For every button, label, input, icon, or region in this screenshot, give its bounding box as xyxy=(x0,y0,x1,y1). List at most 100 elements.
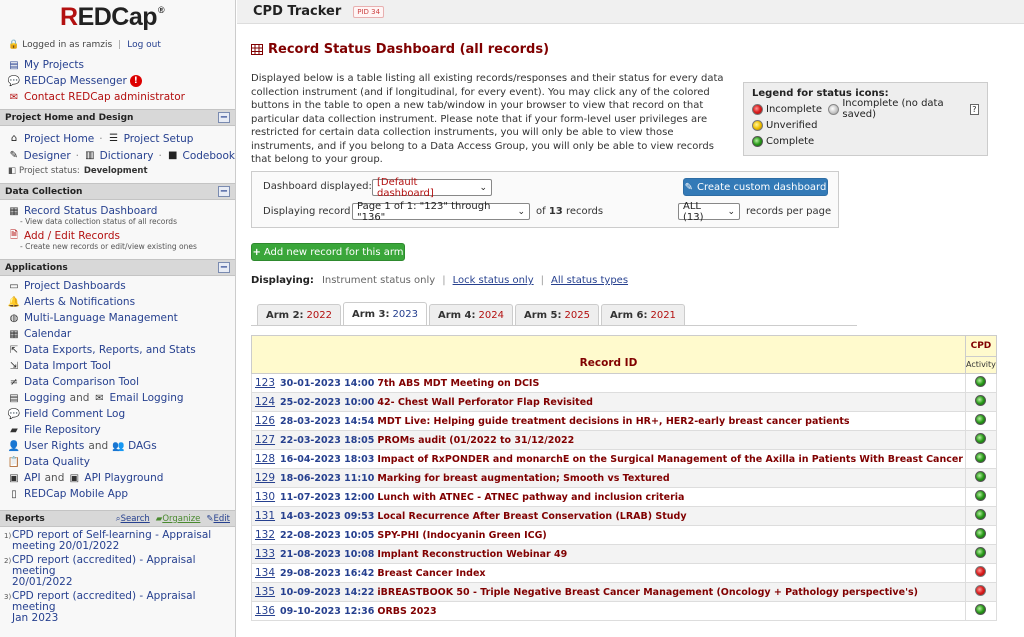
record-id-link[interactable]: 132 xyxy=(255,529,275,541)
record-id-link[interactable]: 128 xyxy=(255,453,275,465)
report-search-button[interactable]: ⌕ Search xyxy=(116,514,150,524)
report-item[interactable]: 3) CPD report (accredited) - Appraisal me… xyxy=(0,591,235,624)
unverified-status-icon xyxy=(752,119,763,131)
collapse-button[interactable]: − xyxy=(218,112,230,123)
incomplete-status-icon[interactable] xyxy=(975,566,987,577)
login-status: 🔒 Logged in as ramzis | Log out xyxy=(8,40,161,50)
report-item[interactable]: 2) CPD report (accredited) - Appraisal me… xyxy=(0,555,235,588)
record-date: 18-06-2023 11:10 xyxy=(280,473,375,484)
record-id-link[interactable]: 134 xyxy=(255,567,275,579)
my-projects-link[interactable]: ▤ My Projects xyxy=(0,57,235,73)
messenger-icon: 💬 xyxy=(7,75,21,87)
messenger-link[interactable]: 💬 REDCap Messenger! xyxy=(0,73,235,89)
create-custom-dashboard-button[interactable]: ✎ Create custom dashboard xyxy=(683,178,828,196)
record-id-link[interactable]: 130 xyxy=(255,491,275,503)
incomplete-status-icon[interactable] xyxy=(975,585,987,596)
contact-admin-link[interactable]: ✉ Contact REDCap administrator xyxy=(0,89,235,105)
record-id-link[interactable]: 131 xyxy=(255,510,275,522)
data-comparison-link[interactable]: ≠ Data Comparison Tool xyxy=(0,374,235,390)
page-select[interactable]: Page 1 of 1: "123" through "136" ⌄ xyxy=(352,201,530,223)
per-page-select[interactable]: ALL (13) ⌄ xyxy=(678,201,740,223)
project-home-link[interactable]: Project Home xyxy=(24,133,94,145)
all-status-link[interactable]: All status types xyxy=(551,275,628,286)
record-cell: 130 11-07-2023 12:00 Lunch with ATNEC - AT… xyxy=(251,487,966,507)
status-cell xyxy=(964,525,997,545)
table-row: 126 28-03-2023 14:54 MDT Live: Helping gui… xyxy=(251,411,997,431)
lock-status-link[interactable]: Lock status only xyxy=(453,275,534,286)
report-item[interactable]: 1) CPD report of Self-learning - Appraisa… xyxy=(0,530,235,552)
table-row: 132 22-08-2023 10:05 SPY-PHI (Indocyanin G… xyxy=(251,525,997,545)
record-title: MDT Live: Helping guide treatment decisi… xyxy=(377,416,850,427)
record-id-link[interactable]: 135 xyxy=(255,586,275,598)
logout-link[interactable]: Log out xyxy=(127,40,161,50)
data-quality-link[interactable]: 📋 Data Quality xyxy=(0,454,235,470)
report-organize-button[interactable]: ▰ Organize xyxy=(156,514,201,524)
file-repository-link[interactable]: ▰ File Repository xyxy=(0,422,235,438)
record-date: 25-02-2023 10:00 xyxy=(280,397,375,408)
complete-status-icon[interactable] xyxy=(975,395,987,406)
mobile-app-link[interactable]: ▯ REDCap Mobile App xyxy=(0,486,235,502)
section-data-collection: Data Collection − xyxy=(0,183,235,200)
codebook-link[interactable]: Codebook xyxy=(183,150,235,162)
add-new-record-button[interactable]: + Add new record for this arm xyxy=(251,243,405,261)
data-import-link[interactable]: ⇲ Data Import Tool xyxy=(0,358,235,374)
record-title: Lunch with ATNEC - ATNEC pathway and inc… xyxy=(377,492,685,503)
alerts-link[interactable]: 🔔 Alerts & Notifications xyxy=(0,294,235,310)
complete-status-icon[interactable] xyxy=(975,604,987,615)
complete-status-icon[interactable] xyxy=(975,528,987,539)
email-logging-link[interactable]: Email Logging xyxy=(109,392,183,404)
multilanguage-link[interactable]: ◍ Multi-Language Management xyxy=(0,310,235,326)
tab-arm-6[interactable]: Arm 6: 2021 xyxy=(600,304,685,325)
project-title: CPD Tracker xyxy=(253,4,342,19)
calendar-link[interactable]: ▦ Calendar xyxy=(0,326,235,342)
record-id-link[interactable]: 133 xyxy=(255,548,275,560)
api-playground-link[interactable]: API Playground xyxy=(84,472,163,484)
complete-status-icon[interactable] xyxy=(975,547,987,558)
complete-status-icon[interactable] xyxy=(975,414,987,425)
complete-status-icon[interactable] xyxy=(975,471,987,482)
logging-link[interactable]: Logging xyxy=(24,392,66,404)
collapse-button[interactable]: − xyxy=(218,186,230,197)
record-id-link[interactable]: 129 xyxy=(255,472,275,484)
record-id-link[interactable]: 123 xyxy=(255,377,275,389)
tab-arm-2[interactable]: Arm 2: 2022 xyxy=(257,304,341,325)
tab-arm-4[interactable]: Arm 4: 2024 xyxy=(428,304,513,325)
clipboard-icon: 📋 xyxy=(7,456,21,468)
plus-icon: + xyxy=(252,246,261,258)
record-id-link[interactable]: 136 xyxy=(255,605,275,617)
report-edit-button[interactable]: ✎ Edit xyxy=(206,514,230,524)
field-comment-log-link[interactable]: 💬 Field Comment Log xyxy=(0,406,235,422)
redcap-logo[interactable]: REDCap® xyxy=(0,0,235,38)
record-title: 7th ABS MDT Meeting on DCIS xyxy=(377,378,540,389)
record-cell: 128 16-04-2023 18:03 Impact of RxPONDER an… xyxy=(251,449,966,469)
record-title: PROMs audit (01/2022 to 31/12/2022 xyxy=(377,435,575,446)
complete-status-icon[interactable] xyxy=(975,433,987,444)
dags-link[interactable]: DAGs xyxy=(128,440,157,452)
pencil-icon: ✎ xyxy=(9,150,19,161)
collapse-button[interactable]: − xyxy=(218,262,230,273)
complete-status-icon[interactable] xyxy=(975,452,987,463)
designer-link[interactable]: Designer xyxy=(24,150,71,162)
dashboard-select[interactable]: [Default dashboard] ⌄ xyxy=(372,177,492,199)
record-id-link[interactable]: 126 xyxy=(255,415,275,427)
record-title: Impact of RxPONDER and monarchE on the S… xyxy=(377,454,963,465)
tab-arm-5[interactable]: Arm 5: 2025 xyxy=(514,304,599,325)
table-row: 135 10-09-2023 14:22 iBREASTBOOK 50 - Trip… xyxy=(251,582,997,602)
project-dashboards-link[interactable]: ▭ Project Dashboards xyxy=(0,278,235,294)
record-date: 11-07-2023 12:00 xyxy=(280,492,375,503)
tab-arm-3[interactable]: Arm 3: 2023 xyxy=(342,302,427,325)
user-rights-link[interactable]: User Rights xyxy=(24,440,84,452)
record-id-link[interactable]: 127 xyxy=(255,434,275,446)
status-cell xyxy=(964,430,997,450)
complete-status-icon[interactable] xyxy=(975,376,987,387)
data-exports-link[interactable]: ⇱ Data Exports, Reports, and Stats xyxy=(0,342,235,358)
dictionary-link[interactable]: Dictionary xyxy=(100,150,154,162)
complete-status-icon[interactable] xyxy=(975,509,987,520)
complete-status-icon[interactable] xyxy=(975,490,987,501)
project-setup-link[interactable]: Project Setup xyxy=(124,133,194,145)
help-button[interactable]: ? xyxy=(969,103,979,115)
status-legend: Legend for status icons: Incomplete Inco… xyxy=(743,82,988,156)
record-id-link[interactable]: 124 xyxy=(255,396,275,408)
api-link[interactable]: API xyxy=(24,472,41,484)
record-cell: 135 10-09-2023 14:22 iBREASTBOOK 50 - Trip… xyxy=(251,582,966,602)
